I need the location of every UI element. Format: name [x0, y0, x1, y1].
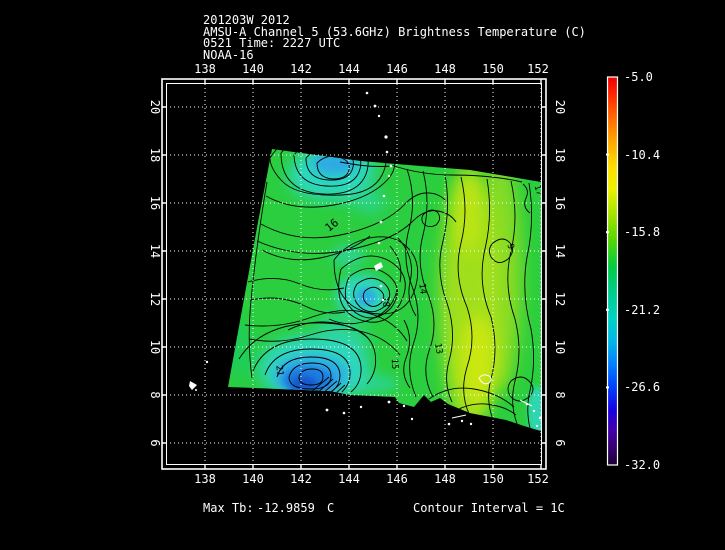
lon-tick-label: 144	[338, 62, 360, 76]
island-dot	[410, 417, 414, 421]
contour-interval-label: Contour Interval = 1C	[413, 501, 565, 515]
colorbar-label: -21.2	[624, 303, 660, 317]
island-dot	[377, 241, 381, 245]
contour-label: 21	[273, 365, 284, 377]
island-dot	[379, 284, 383, 288]
colorbar-label: -15.8	[624, 225, 660, 239]
lat-tick-label: 16	[553, 196, 567, 210]
colorbar-gradient	[606, 76, 619, 466]
lat-tick-label: 6	[553, 439, 567, 446]
lon-tick-label: 148	[434, 472, 456, 486]
satellite-label: NOAA-16	[203, 48, 254, 62]
lon-tick-label: 146	[386, 62, 408, 76]
lon-tick-label: 148	[434, 62, 456, 76]
lon-tick-label: 144	[338, 472, 360, 486]
island-dot	[389, 164, 393, 168]
lat-tick-label: 10	[148, 340, 162, 354]
lat-tick-label: 8	[148, 391, 162, 398]
colorbar-tick	[606, 231, 609, 234]
colorbar-label: -32.0	[624, 458, 660, 472]
island-dot	[342, 411, 346, 415]
lat-tick-label: 20	[148, 100, 162, 114]
contour-label: 13	[432, 342, 444, 354]
island-dot	[387, 174, 391, 178]
lon-tick-label: 152	[527, 472, 549, 486]
lat-tick-label: 6	[148, 439, 162, 446]
island-dot	[538, 416, 542, 420]
max-tb-value: -12.9859	[257, 501, 315, 515]
colorbar-tick	[606, 153, 609, 156]
brightness-temperature-plot: 201203W 2012 AMSU-A Channel 5 (53.6GHz) …	[0, 0, 725, 550]
lat-tick-label: 14	[553, 244, 567, 258]
lat-tick-label: 12	[148, 292, 162, 306]
island-dot	[447, 422, 451, 426]
lon-tick-label: 150	[482, 472, 504, 486]
contour-label: 15	[389, 358, 399, 369]
island-dot	[359, 405, 363, 409]
max-tb-label: Max Tb:	[203, 501, 254, 515]
island-dot	[385, 150, 389, 154]
lon-tick-label: 140	[242, 472, 264, 486]
contour-label: 18	[380, 296, 391, 308]
island-dot	[382, 194, 386, 198]
lat-tick-label: 10	[553, 340, 567, 354]
lon-tick-label: 138	[194, 472, 216, 486]
lat-tick-label: 16	[148, 196, 162, 210]
lon-tick-label: 138	[194, 62, 216, 76]
island-dot	[402, 404, 406, 408]
lon-tick-label: 150	[482, 62, 504, 76]
lat-tick-label: 18	[553, 148, 567, 162]
island-dot	[365, 91, 369, 95]
island-dot	[384, 135, 388, 139]
lon-tick-label: 142	[290, 62, 312, 76]
lon-tick-label: 140	[242, 62, 264, 76]
max-tb-unit: C	[327, 501, 334, 515]
contour-label: 14	[416, 283, 427, 295]
colorbar-tick	[606, 308, 609, 311]
lat-tick-label: 14	[148, 244, 162, 258]
colorbar-label: -10.4	[624, 148, 660, 162]
lon-tick-label: 142	[290, 472, 312, 486]
lat-tick-label: 8	[553, 391, 567, 398]
colorbar-label: -5.0	[624, 70, 653, 84]
lon-tick-label: 152	[527, 62, 549, 76]
lat-tick-label: 12	[553, 292, 567, 306]
island-dot	[325, 408, 329, 412]
island-dot	[460, 419, 464, 423]
island-dot	[377, 114, 381, 118]
island-dot	[195, 389, 197, 391]
island-dot	[469, 422, 473, 426]
island-dot	[205, 360, 209, 364]
colorbar-tick	[606, 386, 609, 389]
island-dot	[535, 424, 539, 428]
island-dot	[379, 220, 383, 224]
island-dot	[532, 409, 536, 413]
warm-core-south	[460, 316, 496, 408]
colorbar-label: -26.6	[624, 380, 660, 394]
lat-tick-label: 18	[148, 148, 162, 162]
warm-core-north	[454, 170, 482, 254]
lat-tick-label: 20	[553, 100, 567, 114]
island-dot	[387, 400, 391, 404]
lon-tick-label: 146	[386, 472, 408, 486]
